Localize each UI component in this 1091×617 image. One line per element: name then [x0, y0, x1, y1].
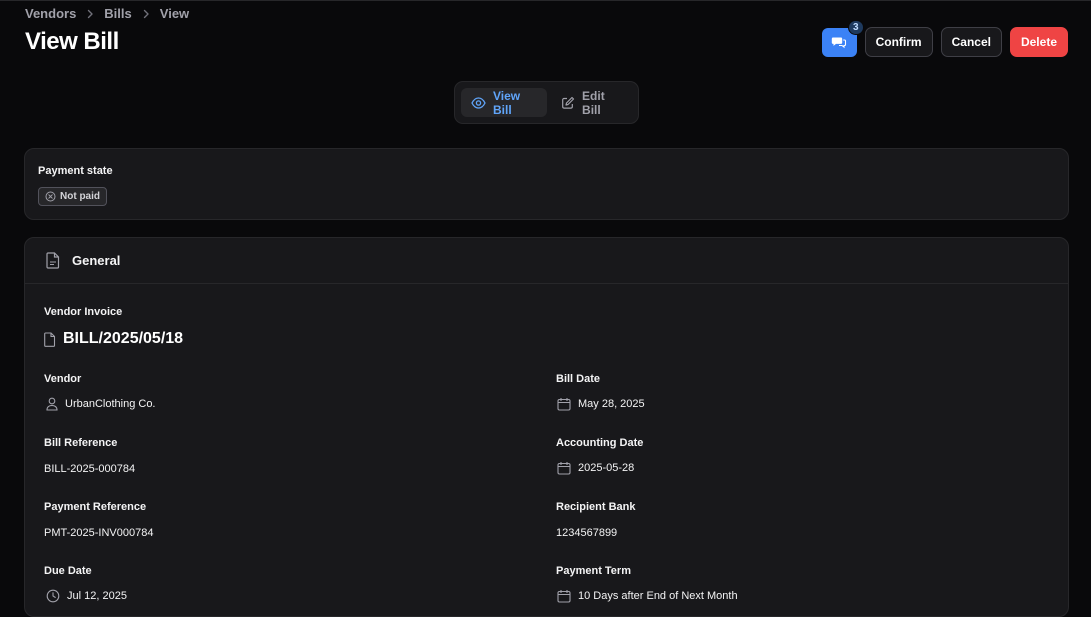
payment-reference-value: PMT-2025-INV000784 — [44, 527, 154, 539]
calendar-icon — [557, 589, 571, 603]
breadcrumb-bills[interactable]: Bills — [104, 6, 131, 21]
user-icon — [46, 397, 58, 411]
breadcrumb: Vendors Bills View — [25, 6, 189, 21]
general-title: General — [72, 253, 121, 268]
general-header: General — [25, 238, 1068, 284]
vendor-invoice-number: BILL/2025/05/18 — [63, 330, 184, 347]
tab-view-bill[interactable]: View Bill — [461, 88, 548, 117]
due-date-label: Due Date — [44, 565, 92, 577]
due-date-value: Jul 12, 2025 — [46, 589, 127, 603]
accounting-date-label: Accounting Date — [556, 437, 644, 449]
payment-state-card: Payment state Not paid — [24, 148, 1069, 220]
chevron-right-icon — [141, 9, 151, 19]
payment-status-badge: Not paid — [38, 187, 107, 206]
header-actions: 3 Confirm Cancel Delete — [821, 19, 1068, 57]
x-circle-icon — [45, 191, 56, 202]
due-date-text: Jul 12, 2025 — [67, 590, 127, 602]
document-icon — [46, 252, 60, 269]
top-border — [0, 0, 1091, 1]
breadcrumb-view: View — [159, 6, 190, 21]
comments-count-badge: 3 — [848, 19, 864, 35]
tab-view-bill-label: View Bill — [493, 88, 521, 117]
file-icon — [44, 331, 56, 347]
pencil-icon — [561, 96, 575, 110]
vendor-value: UrbanClothing Co. — [46, 397, 156, 411]
comments-button[interactable]: 3 — [821, 19, 864, 57]
vendor-name: UrbanClothing Co. — [65, 398, 156, 410]
vendor-invoice-label: Vendor Invoice — [44, 306, 123, 318]
payment-term-value: 10 Days after End of Next Month — [557, 589, 738, 603]
bill-date-value: May 28, 2025 — [557, 397, 645, 411]
clock-icon — [46, 589, 60, 603]
general-section: General Vendor Invoice BILL/2025/05/18 V… — [24, 237, 1069, 617]
chevron-right-icon — [85, 9, 95, 19]
payment-term-label: Payment Term — [556, 565, 631, 577]
payment-term-text: 10 Days after End of Next Month — [578, 590, 738, 602]
payment-state-label: Payment state — [38, 165, 113, 177]
accounting-date-value: 2025-05-28 — [557, 461, 634, 475]
bill-date-text: May 28, 2025 — [578, 398, 645, 410]
bill-reference-value: BILL-2025-000784 — [44, 463, 136, 475]
view-edit-tabs: View Bill Edit Bill — [454, 81, 639, 124]
payment-status-text: Not paid — [60, 191, 100, 202]
vendor-label: Vendor — [44, 373, 82, 385]
tab-edit-bill[interactable]: Edit Bill — [551, 88, 632, 117]
page-title: View Bill — [25, 28, 119, 55]
bill-reference-label: Bill Reference — [44, 437, 118, 449]
tab-edit-bill-label: Edit Bill — [582, 88, 605, 117]
calendar-icon — [557, 397, 571, 411]
recipient-bank-value: 1234567899 — [556, 527, 618, 539]
calendar-icon — [557, 461, 571, 475]
accounting-date-text: 2025-05-28 — [578, 462, 635, 474]
chat-bubbles-icon — [831, 35, 847, 49]
payment-reference-label: Payment Reference — [44, 501, 147, 513]
recipient-bank-label: Recipient Bank — [556, 501, 636, 513]
delete-button[interactable]: Delete — [1009, 27, 1068, 57]
breadcrumb-vendors[interactable]: Vendors — [25, 6, 76, 21]
eye-icon — [471, 96, 486, 109]
confirm-button[interactable]: Confirm — [864, 27, 933, 57]
vendor-invoice-value: BILL/2025/05/18 — [44, 330, 183, 348]
bill-date-label: Bill Date — [556, 373, 601, 385]
cancel-button[interactable]: Cancel — [940, 27, 1002, 57]
